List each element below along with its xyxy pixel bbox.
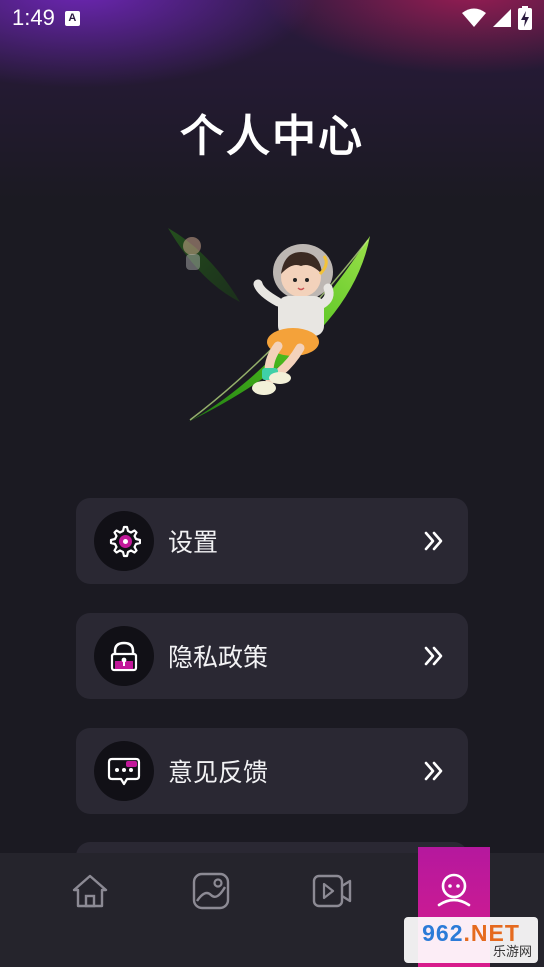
double-chevron-right-icon	[424, 646, 443, 666]
status-time: 1:49	[12, 5, 55, 30]
watermark-logo: 962.NET 乐游网	[404, 917, 538, 963]
home-icon	[72, 874, 108, 908]
menu-item-settings[interactable]: 设置	[76, 498, 468, 584]
watermark-suffix: .NET	[463, 919, 520, 946]
menu-icon-wrap	[94, 626, 154, 686]
profile-icon	[437, 873, 471, 907]
lock-icon	[110, 641, 138, 672]
nav-item-video[interactable]	[264, 853, 400, 967]
menu-label-settings: 设置	[168, 528, 219, 557]
battery-charging-icon	[518, 6, 532, 30]
menu-icon-wrap	[94, 741, 154, 801]
hero-illustration	[168, 228, 370, 422]
video-icon	[312, 874, 352, 908]
gear-icon	[109, 525, 141, 558]
menu-label-feedback: 意见反馈	[168, 758, 269, 787]
nav-item-pictures[interactable]	[143, 853, 279, 967]
chat-bubble-icon	[107, 757, 141, 786]
menu-item-feedback[interactable]: 意见反馈	[76, 728, 468, 814]
double-chevron-right-icon	[424, 761, 443, 781]
status-right	[462, 6, 532, 30]
picture-icon	[192, 872, 230, 910]
watermark-subtitle: 乐游网	[492, 944, 532, 960]
watermark-number: 962	[422, 919, 464, 946]
status-bar: 1:49 A	[0, 0, 544, 36]
status-left: 1:49 A	[12, 5, 80, 31]
page-title: 个人中心	[180, 111, 364, 162]
wifi-icon	[462, 8, 486, 27]
signal-icon	[493, 9, 511, 27]
watermark-brand: 962.NET	[422, 921, 520, 945]
notification-a-icon: A	[64, 10, 80, 26]
nav-item-home[interactable]	[22, 853, 158, 967]
menu-icon-wrap	[94, 511, 154, 571]
menu-label-privacy-policy: 隐私政策	[168, 643, 269, 672]
menu-item-privacy-policy[interactable]: 隐私政策	[76, 613, 468, 699]
double-chevron-right-icon	[424, 531, 443, 551]
